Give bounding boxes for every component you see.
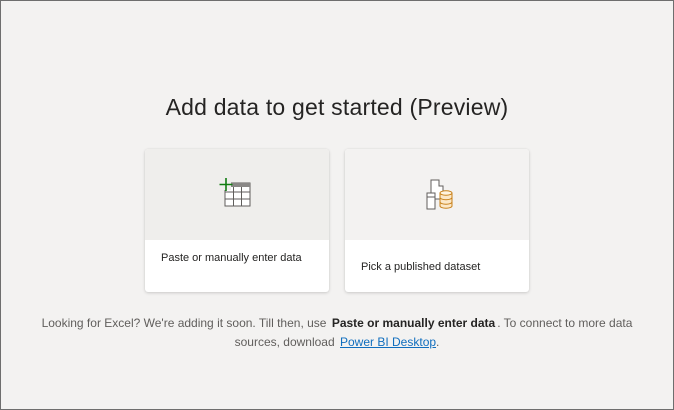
- paste-data-label: Paste or manually enter data: [161, 252, 302, 264]
- dataset-icon: [426, 179, 453, 210]
- footer-message: Looking for Excel? We're adding it soon.…: [21, 314, 653, 352]
- published-dataset-label: Pick a published dataset: [361, 261, 481, 273]
- footer-text-after: .: [436, 335, 440, 349]
- page-title: Add data to get started (Preview): [165, 94, 509, 120]
- published-dataset-card[interactable]: Pick a published dataset: [345, 149, 529, 292]
- app-frame: Add data to get started (Preview) Paste …: [0, 0, 674, 410]
- footer-text-before: Looking for Excel? We're adding it soon.…: [41, 316, 327, 330]
- card-image-area: [345, 149, 529, 240]
- footer-bold-option: Paste or manually enter data: [331, 316, 496, 330]
- power-bi-desktop-link[interactable]: Power BI Desktop: [340, 335, 436, 349]
- paste-data-card[interactable]: Paste or manually enter data: [145, 149, 329, 292]
- table-add-icon: [219, 178, 251, 207]
- card-image-area: [145, 149, 329, 240]
